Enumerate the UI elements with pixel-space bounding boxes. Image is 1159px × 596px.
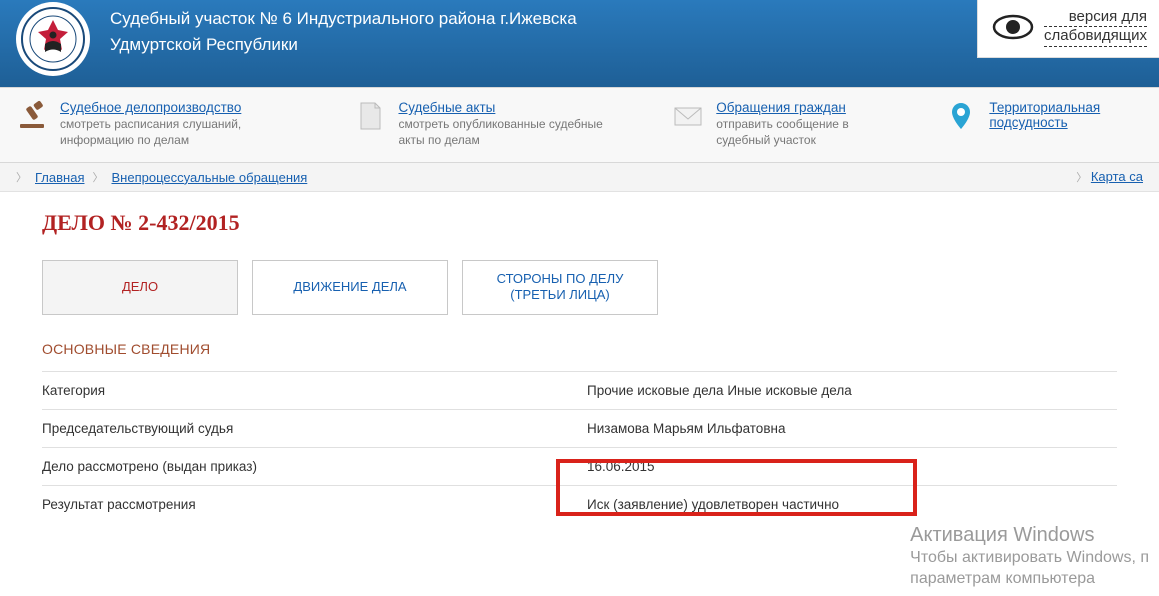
table-row: Категория Прочие исковые дела Иные исков… bbox=[42, 371, 1117, 409]
chevron-right-icon: 〉 bbox=[92, 169, 103, 185]
main-navbar: Судебное делопроизводство смотреть распи… bbox=[0, 87, 1159, 163]
tab-case[interactable]: ДЕЛО bbox=[42, 260, 238, 315]
row-value-category: Прочие исковые дела Иные исковые дела bbox=[587, 371, 1117, 409]
row-value-judge: Низамова Марьям Ильфатовна bbox=[587, 409, 1117, 447]
nav-link-jurisdiction[interactable]: Территориальная подсудность bbox=[989, 100, 1143, 130]
row-value-date: 16.06.2015 bbox=[587, 447, 1117, 485]
nav-item-acts[interactable]: Судебные акты смотреть опубликованные су… bbox=[354, 100, 632, 148]
case-info-table: Категория Прочие исковые дела Иные исков… bbox=[42, 371, 1117, 523]
tab-parties[interactable]: СТОРОНЫ ПО ДЕЛУ (ТРЕТЬИ ЛИЦА) bbox=[462, 260, 658, 315]
nav-item-appeals[interactable]: Обращения граждан отправить сообщение в … bbox=[672, 100, 905, 148]
breadcrumb-appeals[interactable]: Внепроцессуальные обращения bbox=[111, 170, 307, 185]
map-pin-icon bbox=[945, 100, 977, 132]
row-label-judge: Председательствующий судья bbox=[42, 409, 587, 447]
table-row: Дело рассмотрено (выдан приказ) 16.06.20… bbox=[42, 447, 1117, 485]
nav-item-jurisdiction[interactable]: Территориальная подсудность bbox=[945, 100, 1143, 148]
nav-desc-proceedings: смотреть расписания слушаний, информацию… bbox=[60, 117, 314, 148]
main-content: ДЕЛО № 2-432/2015 ДЕЛО ДВИЖЕНИЕ ДЕЛА СТО… bbox=[0, 192, 1159, 553]
site-title-line1: Судебный участок № 6 Индустриального рай… bbox=[110, 6, 577, 32]
site-logo bbox=[16, 2, 90, 76]
row-label-category: Категория bbox=[42, 371, 587, 409]
section-title-main: ОСНОВНЫЕ СВЕДЕНИЯ bbox=[42, 341, 1117, 357]
nav-link-acts[interactable]: Судебные акты bbox=[398, 100, 632, 115]
site-title-line2: Удмуртской Республики bbox=[110, 32, 577, 58]
accessibility-label-1: версия для bbox=[1044, 8, 1147, 27]
tab-movement[interactable]: ДВИЖЕНИЕ ДЕЛА bbox=[252, 260, 448, 315]
watermark-line3: параметрам компьютера bbox=[910, 569, 1149, 590]
chevron-right-icon: 〉 bbox=[16, 169, 27, 185]
document-icon bbox=[354, 100, 386, 132]
breadcrumb-home[interactable]: Главная bbox=[35, 170, 84, 185]
site-header: Судебный участок № 6 Индустриального рай… bbox=[0, 0, 1159, 87]
chevron-right-icon: 〉 bbox=[1076, 172, 1087, 184]
breadcrumb-sitemap[interactable]: Карта са bbox=[1091, 169, 1143, 184]
table-row: Результат рассмотрения Иск (заявление) у… bbox=[42, 485, 1117, 523]
nav-desc-appeals: отправить сообщение в судебный участок bbox=[716, 117, 905, 148]
accessibility-toggle[interactable]: версия для слабовидящих bbox=[977, 0, 1159, 58]
nav-item-proceedings[interactable]: Судебное делопроизводство смотреть распи… bbox=[16, 100, 314, 148]
windows-activation-watermark: Активация Windows Чтобы активировать Win… bbox=[910, 522, 1149, 590]
envelope-icon bbox=[672, 100, 704, 132]
watermark-line2: Чтобы активировать Windows, п bbox=[910, 548, 1149, 569]
case-tabs: ДЕЛО ДВИЖЕНИЕ ДЕЛА СТОРОНЫ ПО ДЕЛУ (ТРЕТ… bbox=[42, 260, 1117, 315]
nav-link-proceedings[interactable]: Судебное делопроизводство bbox=[60, 100, 314, 115]
accessibility-label-2: слабовидящих bbox=[1044, 27, 1147, 46]
row-label-date: Дело рассмотрено (выдан приказ) bbox=[42, 447, 587, 485]
row-value-result: Иск (заявление) удовлетворен частично bbox=[587, 485, 1117, 523]
nav-link-appeals[interactable]: Обращения граждан bbox=[716, 100, 905, 115]
nav-desc-acts: смотреть опубликованные судебные акты по… bbox=[398, 117, 632, 148]
table-row: Председательствующий судья Низамова Марь… bbox=[42, 409, 1117, 447]
case-title: ДЕЛО № 2-432/2015 bbox=[42, 210, 1117, 236]
watermark-line1: Активация Windows bbox=[910, 522, 1149, 548]
row-label-result: Результат рассмотрения bbox=[42, 485, 587, 523]
breadcrumbs: 〉 Главная 〉 Внепроцессуальные обращения … bbox=[0, 163, 1159, 192]
eye-icon bbox=[992, 14, 1034, 40]
site-title: Судебный участок № 6 Индустриального рай… bbox=[110, 0, 577, 57]
gavel-icon bbox=[16, 100, 48, 132]
